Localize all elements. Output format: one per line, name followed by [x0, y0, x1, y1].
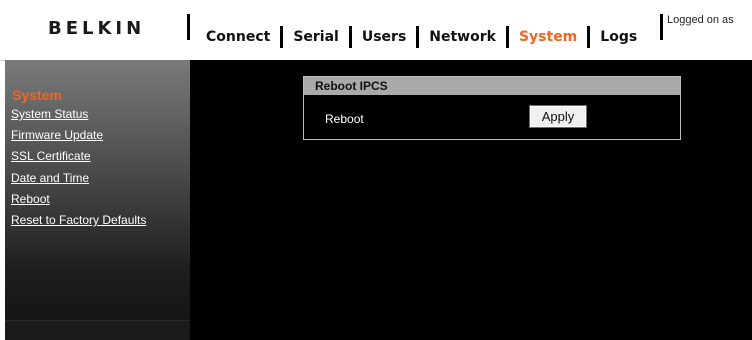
sidebar-title: System	[12, 87, 62, 103]
reboot-panel: Reboot IPCS Reboot Apply	[303, 76, 681, 140]
nav-divider-final	[660, 14, 663, 40]
sidebar-item-reboot[interactable]: Reboot	[11, 189, 146, 210]
nav-divider	[505, 26, 509, 48]
nav-users[interactable]: Users	[362, 29, 406, 45]
page: BELKIN Connect Serial Users Network Syst…	[0, 0, 752, 340]
nav-serial[interactable]: Serial	[293, 29, 339, 45]
top-nav: Connect Serial Users Network System Logs	[206, 26, 637, 48]
nav-logs[interactable]: Logs	[600, 29, 637, 45]
sidebar-item-ssl-certificate[interactable]: SSL Certificate	[11, 146, 146, 167]
nav-divider	[416, 26, 420, 48]
nav-divider	[280, 26, 284, 48]
sidebar-item-system-status[interactable]: System Status	[11, 104, 146, 125]
nav-divider	[587, 26, 591, 48]
nav-divider	[348, 26, 352, 48]
belkin-logo: BELKIN	[48, 18, 146, 39]
sidebar-footer	[5, 320, 190, 340]
nav-network[interactable]: Network	[429, 29, 496, 45]
header: BELKIN Connect Serial Users Network Syst…	[0, 0, 752, 61]
logged-on-status: Logged on as	[667, 14, 734, 26]
logo-divider	[187, 14, 190, 40]
panel-title: Reboot IPCS	[315, 79, 388, 93]
sidebar-links: System Status Firmware Update SSL Certif…	[11, 104, 146, 231]
panel-header: Reboot IPCS	[304, 77, 680, 95]
nav-system[interactable]: System	[519, 29, 577, 45]
sidebar-item-date-and-time[interactable]: Date and Time	[11, 168, 146, 189]
reboot-label: Reboot	[325, 112, 364, 126]
apply-button[interactable]: Apply	[529, 105, 587, 128]
sidebar-item-firmware-update[interactable]: Firmware Update	[11, 125, 146, 146]
nav-connect[interactable]: Connect	[206, 29, 270, 45]
sidebar-item-reset-factory-defaults[interactable]: Reset to Factory Defaults	[11, 210, 146, 231]
